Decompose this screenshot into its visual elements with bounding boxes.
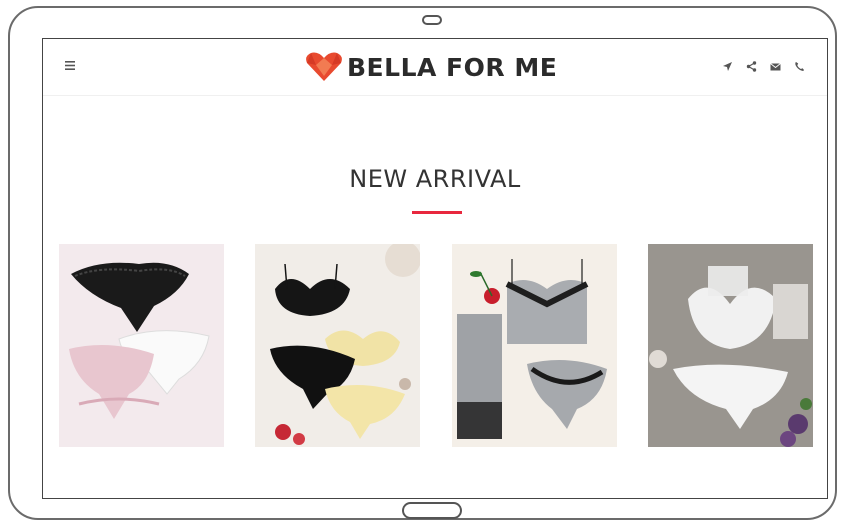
mail-icon[interactable]: [770, 61, 781, 72]
hamburger-menu-icon[interactable]: [65, 61, 75, 70]
home-button[interactable]: [402, 502, 462, 519]
product-image-bra-and-panties-flatlay: [255, 244, 420, 447]
product-image-white-lace-lingerie-set: [648, 244, 813, 447]
location-arrow-icon[interactable]: [722, 61, 733, 72]
site-header: BELLA FOR ME: [43, 39, 827, 96]
product-card[interactable]: [452, 244, 617, 447]
tablet-screen: BELLA FOR ME NEW ARRIVAL: [42, 38, 828, 499]
brand-logo[interactable]: BELLA FOR ME: [305, 52, 557, 82]
heart-diamond-logo-icon: [306, 52, 342, 81]
brand-name: BELLA FOR ME: [347, 52, 558, 82]
product-card[interactable]: [648, 244, 813, 447]
share-icon[interactable]: [746, 61, 757, 72]
product-image-lace-panties-set: [59, 244, 224, 447]
title-underline: [412, 211, 462, 214]
product-card[interactable]: [255, 244, 420, 447]
section-title: NEW ARRIVAL: [349, 165, 521, 193]
product-image-gray-lace-cami-set: [452, 244, 617, 447]
product-card[interactable]: [59, 244, 224, 447]
phone-icon[interactable]: [794, 61, 805, 72]
header-contact-icons: [722, 61, 805, 72]
camera-icon: [422, 15, 442, 25]
